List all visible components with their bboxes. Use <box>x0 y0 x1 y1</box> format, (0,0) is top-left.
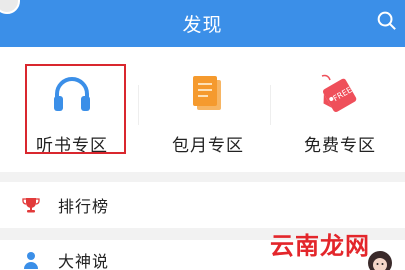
category-label: 免费专区 <box>304 136 376 156</box>
selection-highlight <box>25 64 126 154</box>
mascot-avatar <box>366 247 394 270</box>
page-title: 发现 <box>182 14 223 36</box>
trophy-icon <box>22 198 40 213</box>
person-icon <box>24 252 38 269</box>
category-monthly[interactable]: 包月专区 <box>143 47 273 172</box>
search-icon[interactable] <box>375 9 397 31</box>
category-label: 包月专区 <box>172 136 244 156</box>
divider <box>270 85 271 125</box>
user-avatar[interactable] <box>0 0 20 14</box>
watermark-text: 云南龙网 <box>270 231 370 260</box>
list-item-label: 大神说 <box>58 252 110 270</box>
stacked-books-icon <box>193 76 221 110</box>
category-free[interactable]: FREE 免费专区 <box>275 47 405 172</box>
list-item-label: 排行榜 <box>58 197 110 216</box>
list-item-ranking[interactable]: 排行榜 <box>0 182 405 228</box>
divider <box>138 85 139 125</box>
free-tag-icon: FREE <box>321 74 357 113</box>
top-bar: 发现 <box>0 0 405 47</box>
